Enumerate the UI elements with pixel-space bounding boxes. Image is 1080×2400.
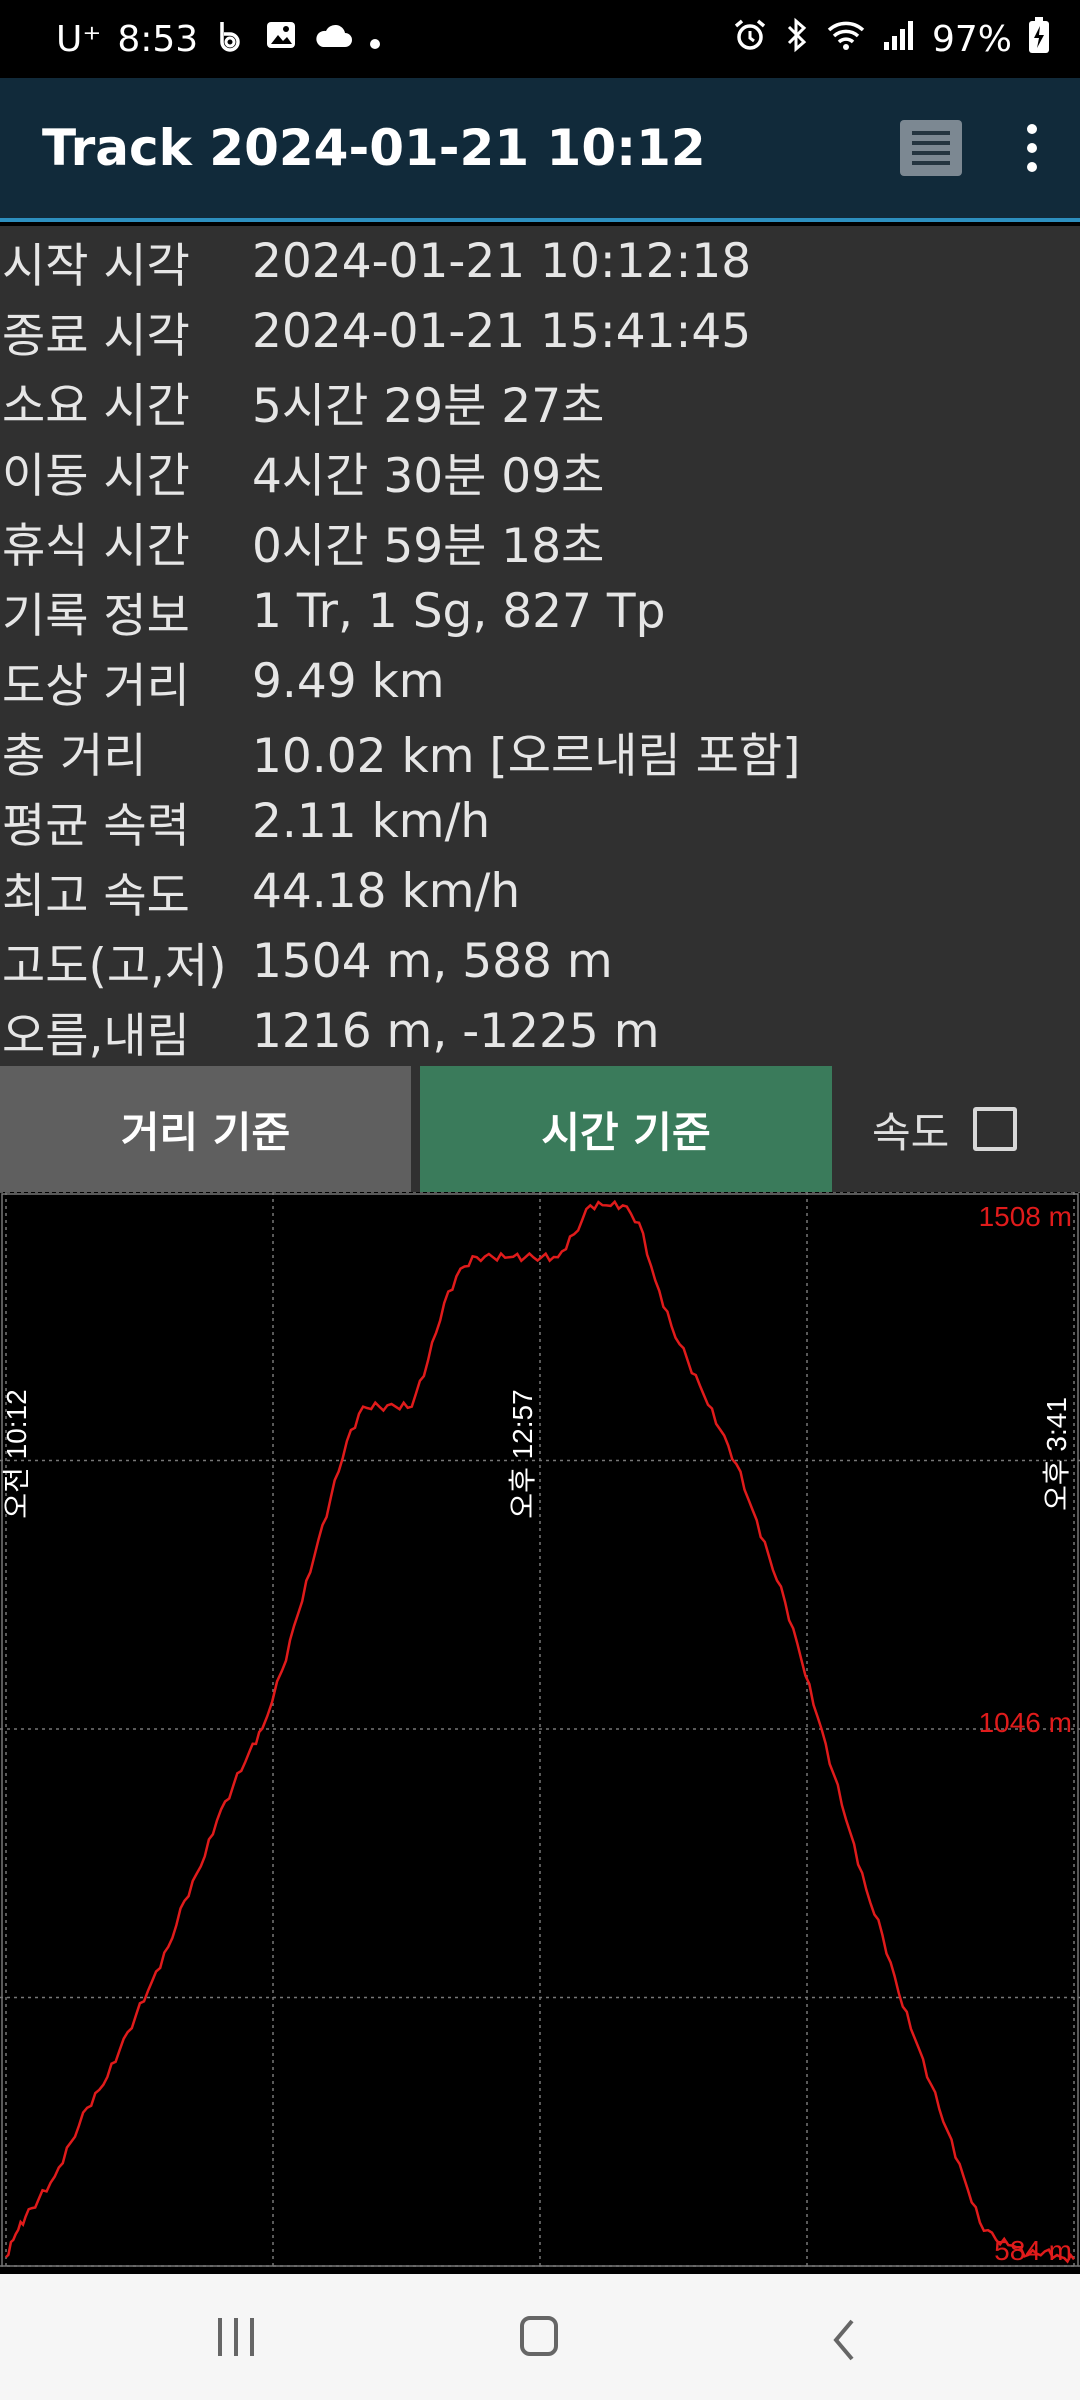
info-row: 오름,내림 1216 m, -1225 m [0,996,1080,1066]
info-label: 도상 거리 [2,658,190,714]
gallery-icon [264,18,298,61]
info-value: 2024-01-21 10:12:18 [252,233,752,289]
x-tick-label: 오후 12:57 [507,1389,538,1518]
info-row: 고도(고,저) 1504 m, 588 m [0,926,1080,996]
status-left: U⁺ 8:53 [56,18,382,61]
bluetooth-icon [784,17,810,62]
info-row: 총 거리 10.02 km [오르내림 포함] [0,716,1080,786]
info-value: 10.02 km [오르내림 포함] [252,728,801,784]
info-row: 평균 속력 2.11 km/h [0,786,1080,856]
info-label: 소요 시간 [2,378,190,434]
info-label: 이동 시간 [2,448,190,504]
info-label: 총 거리 [2,728,147,784]
info-label: 오름,내림 [2,1008,190,1064]
info-row: 소요 시간 5시간 29분 27초 [0,366,1080,436]
info-row: 휴식 시간 0시간 59분 18초 [0,506,1080,576]
x-tick-label: 오후 3:41 [1041,1397,1072,1511]
info-value: 1504 m, 588 m [252,933,613,989]
elevation-chart[interactable]: 1508 m 1046 m 584 m 오전 10:12 오후 12:57 오후 3:41 [0,1191,1080,2274]
info-value: 5시간 29분 27초 [252,378,605,434]
distance-basis-button[interactable]: 거리 기준 [0,1066,411,1192]
info-label: 종료 시각 [2,308,190,364]
battery-percent: 97% [931,18,1012,60]
info-row: 이동 시간 4시간 30분 09초 [0,436,1080,506]
info-value: 2.11 km/h [252,793,491,849]
home-icon[interactable] [520,2316,558,2356]
info-label: 고도(고,저) [2,938,227,994]
track-info-table: 시작 시각 2024-01-21 10:12:18 종료 시각 2024-01-21… [0,226,1080,1066]
info-row: 도상 거리 9.49 km [0,646,1080,716]
more-vert-icon[interactable] [1022,124,1042,172]
y-tick-label: 584 m [994,2235,1072,2266]
info-value: 0시간 59분 18초 [252,518,605,574]
recents-icon[interactable] [218,2318,254,2356]
clock: 8:53 [117,18,199,60]
page-title: Track 2024-01-21 10:12 [42,119,706,177]
y-tick-label: 1508 m [979,1201,1072,1232]
chart-mode-toggles: 거리 기준 시간 기준 속도 [0,1066,1080,1192]
info-value: 4시간 30분 09초 [252,448,605,504]
elevation-chart-svg: 1508 m 1046 m 584 m 오전 10:12 오후 12:57 오후 3:41 [0,1191,1080,2267]
status-right: 97% [732,16,1050,63]
battery-charging-icon [1028,16,1050,63]
alarm-icon [732,17,768,62]
status-bar: U⁺ 8:53 97% [0,0,1080,78]
info-value: 9.49 km [252,653,445,709]
info-row: 종료 시각 2024-01-21 15:41:45 [0,296,1080,366]
speed-checkbox[interactable] [973,1107,1018,1151]
carrier-label: U⁺ [56,18,102,60]
info-label: 휴식 시간 [2,518,190,574]
info-value: 1 Tr, 1 Sg, 827 Tp [252,583,666,639]
dot-icon [368,19,382,60]
app-bar: Track 2024-01-21 10:12 [0,78,1080,222]
info-value: 2024-01-21 15:41:45 [252,303,752,359]
signal-icon [882,18,916,61]
list-icon[interactable] [900,120,962,176]
back-icon[interactable] [832,2318,856,2366]
info-label: 최고 속도 [2,868,190,924]
time-basis-button[interactable]: 시간 기준 [420,1066,832,1192]
info-row: 시작 시각 2024-01-21 10:12:18 [0,226,1080,296]
speed-toggle[interactable]: 속도 [872,1066,1018,1192]
info-value: 1216 m, -1225 m [252,1003,660,1059]
y-tick-label: 1046 m [979,1707,1072,1738]
info-row: 기록 정보 1 Tr, 1 Sg, 827 Tp [0,576,1080,646]
info-row: 최고 속도 44.18 km/h [0,856,1080,926]
info-label: 시작 시각 [2,238,190,294]
bixby-icon [214,18,248,61]
info-value: 44.18 km/h [252,863,521,919]
info-label: 기록 정보 [2,588,190,644]
x-tick-label: 오전 10:12 [1,1389,32,1518]
wifi-icon [826,18,866,61]
cloud-icon [314,19,353,60]
info-label: 평균 속력 [2,798,190,854]
speed-label: 속도 [872,1107,950,1157]
system-nav-bar [0,2274,1080,2400]
